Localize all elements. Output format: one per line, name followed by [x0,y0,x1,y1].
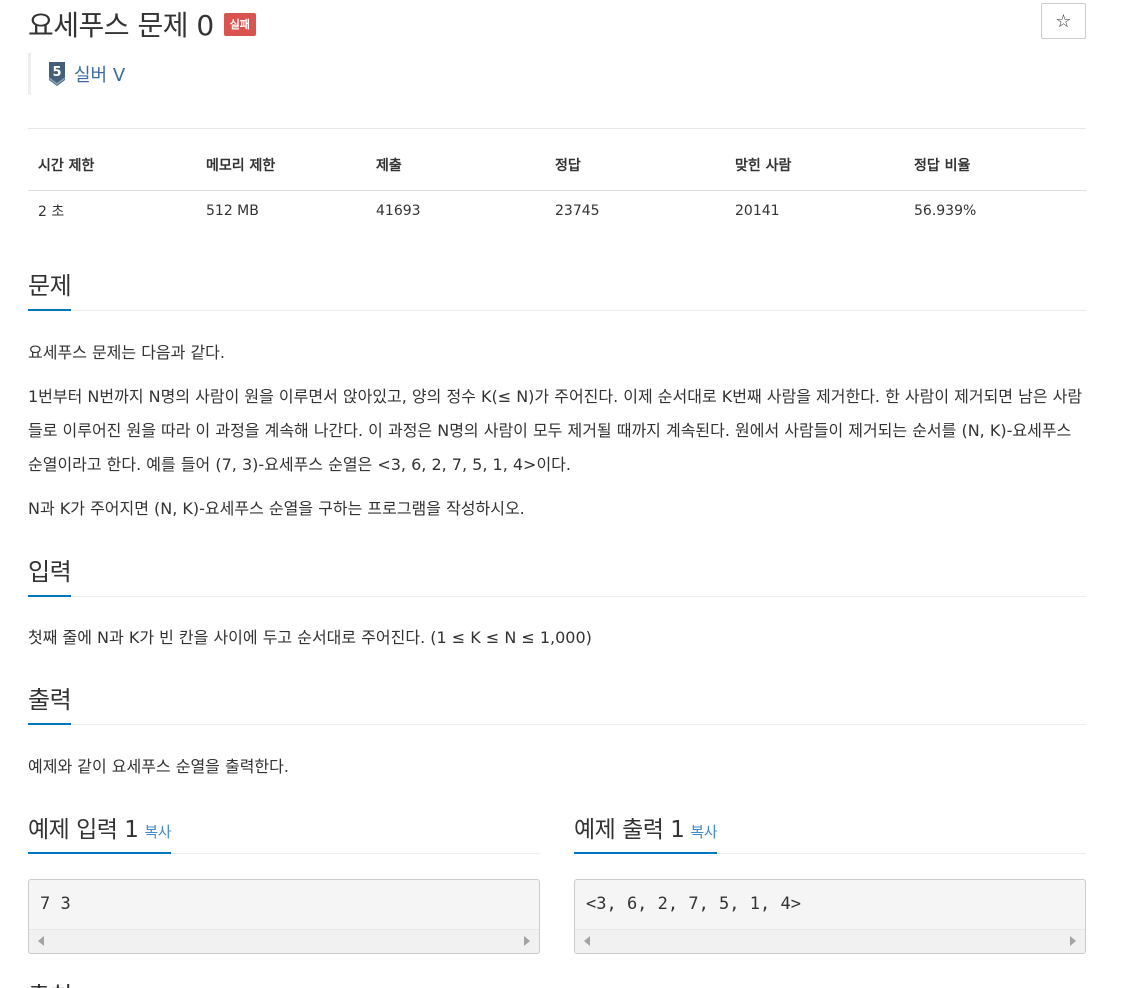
section-input-header: 입력 [28,552,1086,597]
memory-limit-value: 512 MB [206,202,259,219]
header-memory-limit: 메모리 제한 [196,150,366,191]
sample-output-box[interactable]: <3, 6, 2, 7, 5, 1, 4> [574,879,1086,954]
sample-output-code: <3, 6, 2, 7, 5, 1, 4> [586,894,801,914]
problem-info-table: 시간 제한 메모리 제한 제출 정답 맞힌 사람 정답 비율 2 초 512 M… [28,150,1086,231]
header-time-limit: 시간 제한 [28,150,196,191]
section-input-title: 입력 [28,552,72,597]
tier-label[interactable]: 실버 V [74,61,125,87]
header-accepted: 정답 [545,150,725,191]
header-solved-users: 맞힌 사람 [725,150,904,191]
copy-output-button[interactable]: 복사 [690,823,717,841]
accept-ratio-value: 56.939% [914,202,977,219]
sample-input-header: 예제 입력 1 복사 [28,810,540,854]
sample-input-code: 7 3 [40,894,71,914]
tier-number: 5 [52,65,61,80]
tier-box: 5 실버 V [28,53,125,95]
input-description: 첫째 줄에 N과 K가 빈 칸을 사이에 두고 순서대로 주어진다. (1 ≤ … [28,628,592,647]
scroll-left-icon[interactable] [38,936,44,946]
output-description: 예제와 같이 요세푸스 순열을 출력한다. [28,757,289,776]
solved-users-value[interactable]: 20141 [725,190,904,231]
submissions-value[interactable]: 41693 [366,190,545,231]
scroll-right-icon[interactable] [1070,936,1076,946]
time-limit-value: 2 초 [38,203,65,220]
sample-output-title: 예제 출력 1 복사 [574,810,718,854]
scroll-left-icon[interactable] [584,936,590,946]
sample-output-title-text: 예제 출력 1 [574,817,685,843]
result-badge: 실패 [223,12,256,36]
sample-output-header: 예제 출력 1 복사 [574,810,1086,854]
copy-input-button[interactable]: 복사 [144,823,171,841]
header-accept-ratio: 정답 비율 [904,150,1086,191]
star-icon: ☆ [1055,10,1072,32]
sample-input-title: 예제 입력 1 복사 [28,810,172,854]
section-source-title: 출처 [28,976,72,988]
table-header-row: 시간 제한 메모리 제한 제출 정답 맞힌 사람 정답 비율 [28,150,1086,191]
silver-tier-icon: 5 [48,62,66,86]
problem-paragraph: 요세푸스 문제는 다음과 같다. [28,343,225,362]
sample-input-title-text: 예제 입력 1 [28,817,139,843]
section-output-header: 출력 [28,680,1086,725]
sample-input-box[interactable]: 7 3 [28,879,540,954]
problem-description: 요세푸스 문제는 다음과 같다. 1번부터 N번까지 N명의 사람이 원을 이루… [28,336,1086,526]
horizontal-scrollbar[interactable] [575,929,1085,953]
section-problem-title: 문제 [28,266,72,311]
divider [28,128,1086,129]
scroll-right-icon[interactable] [524,936,530,946]
section-output-title: 출력 [28,680,72,725]
title-row: 요세푸스 문제 0 실패 [28,4,256,44]
horizontal-scrollbar[interactable] [29,929,539,953]
favorite-star-button[interactable]: ☆ [1041,3,1086,39]
table-row: 2 초 512 MB 41693 23745 20141 56.939% [28,190,1086,231]
problem-paragraph: 1번부터 N번까지 N명의 사람이 원을 이루면서 앉아있고, 양의 정수 K(… [28,387,1083,474]
section-problem-header: 문제 [28,266,1086,311]
problem-paragraph: N과 K가 주어지면 (N, K)-요세푸스 순열을 구하는 프로그램을 작성하… [28,499,525,518]
accepted-value: 23745 [555,202,600,219]
page-title: 요세푸스 문제 0 [28,9,214,42]
header-submissions: 제출 [366,150,545,191]
